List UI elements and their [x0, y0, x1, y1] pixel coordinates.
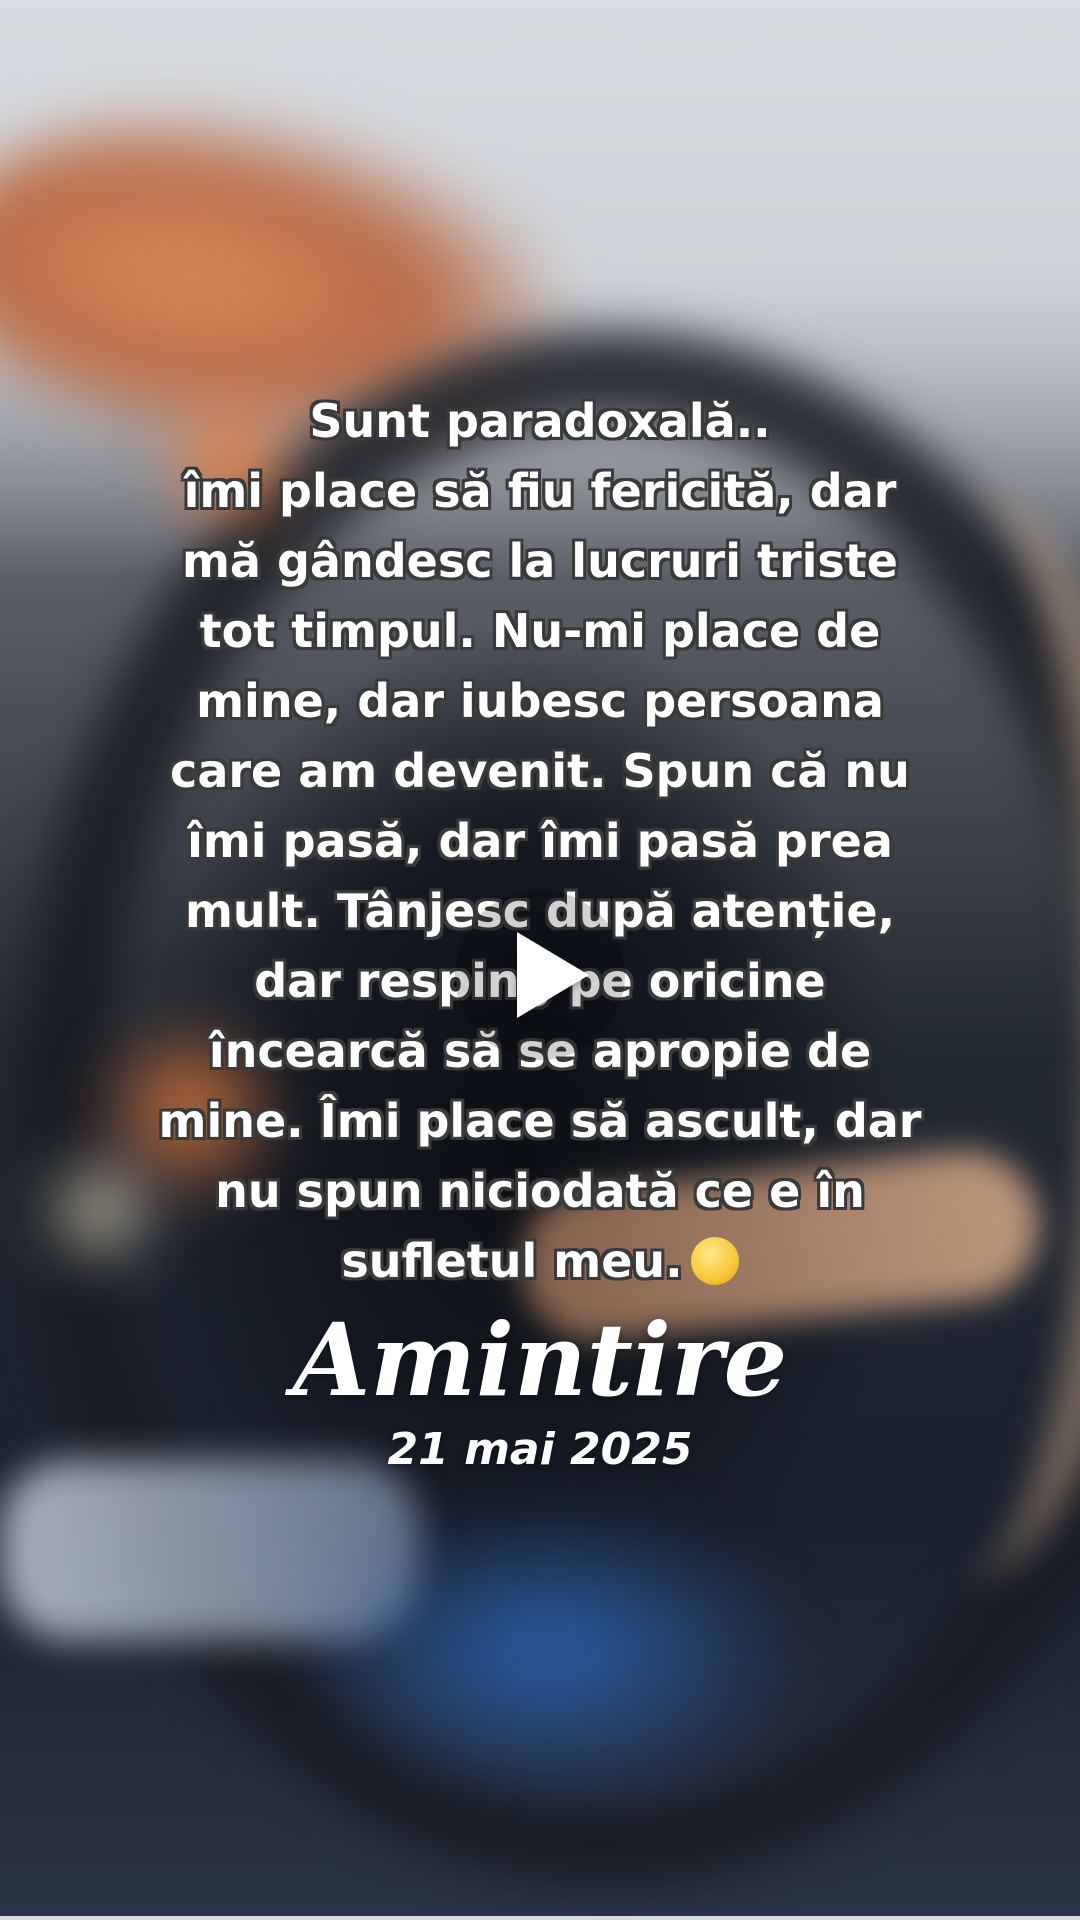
video-frame[interactable]: Sunt paradoxală.. îmi place să fiu feric… [0, 0, 1080, 1920]
bottom-edge-bar [0, 1916, 1080, 1920]
quote-line: mine. Îmi place să ascult, dar [158, 1094, 922, 1148]
quote-line: tot timpul. Nu-mi place de [199, 604, 881, 658]
quote-line: nu spun niciodată ce e în [215, 1164, 865, 1218]
quote-line: îmi place să fiu fericită, dar [183, 464, 897, 518]
quote-text: Sunt paradoxală.. îmi place să fiu feric… [80, 386, 1000, 1296]
quote-line: sufletul meu. [341, 1234, 683, 1288]
tearful-face-emoji-icon [690, 1236, 739, 1285]
quote-line: mine, dar iubesc persoana [196, 674, 884, 728]
background-light [300, 1500, 800, 1800]
memory-title: Amintire [292, 1301, 788, 1419]
play-button[interactable] [455, 890, 625, 1060]
quote-line: care am devenit. Spun că nu [170, 744, 910, 798]
quote-line: mă gândesc la lucruri triste [181, 534, 898, 588]
play-icon [517, 932, 589, 1018]
quote-line: Sunt paradoxală.. [309, 394, 771, 448]
quote-line: îmi pasă, dar îmi pasă prea [187, 814, 893, 868]
memory-date: 21 mai 2025 [387, 1424, 693, 1475]
